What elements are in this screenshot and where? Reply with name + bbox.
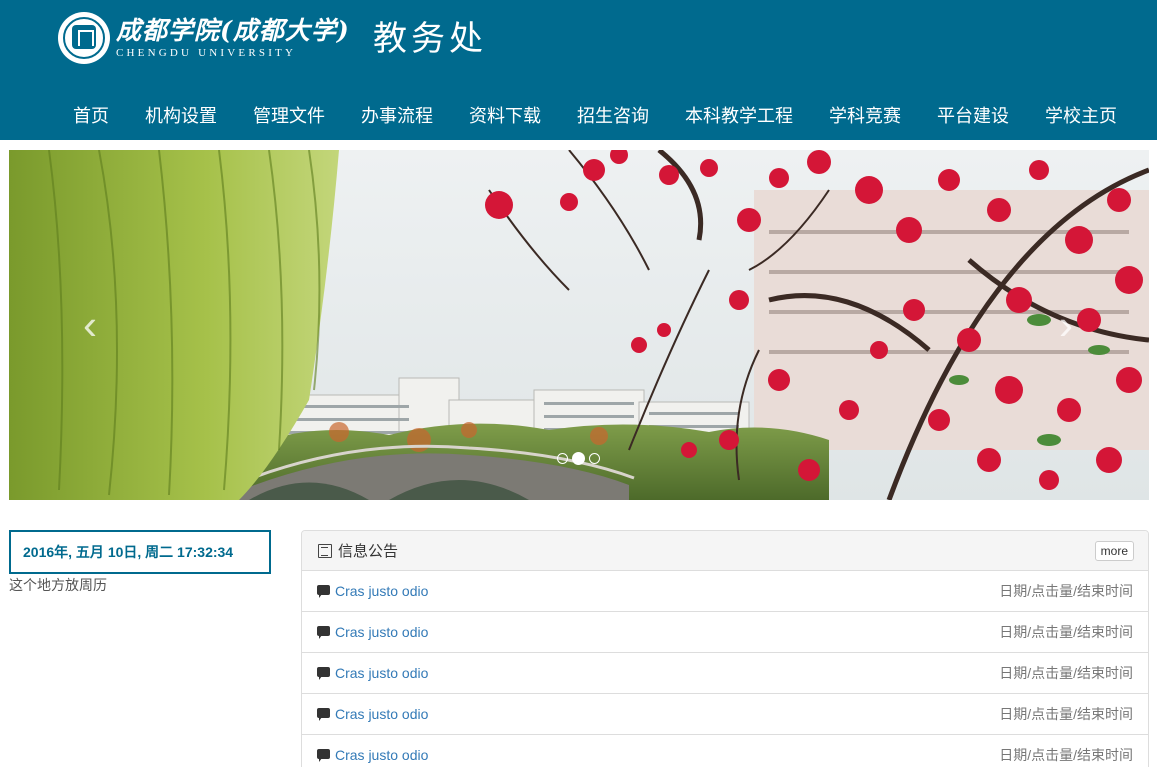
- nav-item-undergrad-teaching[interactable]: 本科教学工程: [667, 96, 811, 136]
- carousel-next-button[interactable]: ›: [1046, 300, 1086, 350]
- notices-panel: 信息公告 more Cras justo odio 日期/点击量/结束时间 Cr…: [301, 530, 1149, 767]
- notice-link[interactable]: Cras justo odio: [335, 583, 999, 599]
- carousel-indicator-1[interactable]: [557, 453, 568, 464]
- image-carousel[interactable]: [9, 150, 1149, 500]
- comment-icon: [317, 625, 330, 639]
- notice-link[interactable]: Cras justo odio: [335, 624, 999, 640]
- site-header: 成都学院(成都大学) CHENGDU UNIVERSITY 教务处 首页 机构设…: [0, 0, 1157, 140]
- comment-icon: [317, 666, 330, 680]
- current-datetime: 2016年, 五月 10日, 周二 17:32:34: [9, 530, 271, 574]
- nav-item-documents[interactable]: 管理文件: [235, 96, 343, 136]
- nav-item-organization[interactable]: 机构设置: [127, 96, 235, 136]
- notice-item[interactable]: Cras justo odio 日期/点击量/结束时间: [302, 653, 1148, 694]
- main-nav: 首页 机构设置 管理文件 办事流程 资料下载 招生咨询 本科教学工程 学科竞赛 …: [55, 96, 1135, 136]
- notice-meta: 日期/点击量/结束时间: [999, 624, 1133, 640]
- carousel-indicators: [557, 452, 600, 465]
- carousel-indicator-3[interactable]: [589, 453, 600, 464]
- notice-link[interactable]: Cras justo odio: [335, 706, 999, 722]
- nav-item-downloads[interactable]: 资料下载: [451, 96, 559, 136]
- nav-item-admissions[interactable]: 招生咨询: [559, 96, 667, 136]
- nav-item-procedures[interactable]: 办事流程: [343, 96, 451, 136]
- nav-item-school-home[interactable]: 学校主页: [1027, 96, 1135, 136]
- chevron-left-icon: ‹: [83, 301, 97, 348]
- notice-item[interactable]: Cras justo odio 日期/点击量/结束时间: [302, 694, 1148, 735]
- brand-name-en: CHENGDU UNIVERSITY: [116, 47, 297, 59]
- notice-item[interactable]: Cras justo odio 日期/点击量/结束时间: [302, 571, 1148, 612]
- brand-name-cn: 成都学院(成都大学): [116, 16, 350, 45]
- carousel-indicator-2[interactable]: [572, 452, 585, 465]
- calendar-placeholder: 这个地方放周历: [9, 577, 107, 593]
- notice-meta: 日期/点击量/结束时间: [999, 583, 1133, 599]
- university-seal-icon: [58, 12, 110, 64]
- notices-panel-header: 信息公告 more: [302, 531, 1148, 571]
- campus-photo: [9, 150, 1149, 500]
- department-title: 教务处: [373, 19, 487, 59]
- notice-item[interactable]: Cras justo odio 日期/点击量/结束时间: [302, 612, 1148, 653]
- notice-link[interactable]: Cras justo odio: [335, 665, 999, 681]
- list-alt-icon: [318, 543, 332, 558]
- notice-meta: 日期/点击量/结束时间: [999, 706, 1133, 722]
- notices-panel-title: 信息公告: [338, 543, 399, 560]
- notice-item[interactable]: Cras justo odio 日期/点击量/结束时间: [302, 735, 1148, 767]
- chevron-right-icon: ›: [1059, 301, 1073, 348]
- comment-icon: [317, 707, 330, 721]
- notice-meta: 日期/点击量/结束时间: [999, 665, 1133, 681]
- comment-icon: [317, 748, 330, 762]
- comment-icon: [317, 584, 330, 598]
- nav-item-home[interactable]: 首页: [55, 96, 127, 136]
- notice-meta: 日期/点击量/结束时间: [999, 747, 1133, 763]
- university-logo[interactable]: 成都学院(成都大学) CHENGDU UNIVERSITY: [58, 11, 350, 65]
- nav-item-platforms[interactable]: 平台建设: [919, 96, 1027, 136]
- notice-link[interactable]: Cras justo odio: [335, 747, 999, 763]
- carousel-prev-button[interactable]: ‹: [70, 300, 110, 350]
- nav-item-competitions[interactable]: 学科竞赛: [811, 96, 919, 136]
- more-button[interactable]: more: [1094, 540, 1134, 561]
